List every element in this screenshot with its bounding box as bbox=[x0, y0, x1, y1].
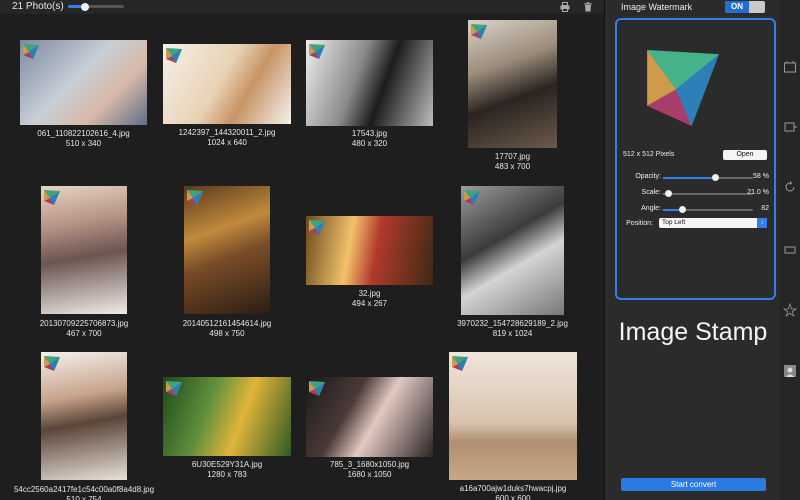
toggle-on-label: ON bbox=[725, 1, 749, 13]
photo-dimensions: 1280 x 783 bbox=[207, 470, 247, 479]
watermark-preview-icon bbox=[309, 44, 325, 59]
photo-filename: 54cc2560a2417fe1c54c00a0f8a4d8.jpg bbox=[13, 485, 155, 494]
photo-dimensions: 600 x 600 bbox=[495, 494, 531, 500]
photo-filename: 061_110822102616_4.jpg bbox=[37, 129, 130, 138]
slider-fill bbox=[663, 177, 716, 179]
watermark-preview-icon bbox=[44, 356, 60, 371]
photo-dimensions: 510 x 340 bbox=[65, 139, 102, 148]
photo-thumbnail[interactable] bbox=[461, 186, 564, 315]
photo-dimensions: 494 x 267 bbox=[351, 299, 388, 308]
film-icon[interactable] bbox=[783, 60, 797, 74]
photo-filename: a16a700ajw1duks7hwacpj.jpg bbox=[459, 484, 567, 493]
start-convert-button[interactable]: Start convert bbox=[621, 478, 766, 491]
photo-filename: 3970232_154728629189_2.jpg bbox=[457, 319, 568, 328]
top-toolbar: 21 Photo(s) bbox=[0, 0, 604, 14]
watermark-panel: Image Watermark ON 512 x 512 Pixels Open… bbox=[604, 0, 780, 500]
slider-knob[interactable] bbox=[664, 190, 672, 197]
watermark-preview-icon bbox=[44, 190, 60, 205]
photo-thumbnail[interactable] bbox=[468, 20, 557, 148]
watermark-preview-icon bbox=[309, 220, 325, 235]
photo-dimensions: 819 x 1024 bbox=[492, 329, 533, 338]
position-value: Top Left bbox=[662, 219, 686, 226]
photo-filename: 17707.jpg bbox=[494, 152, 531, 161]
photo-dimensions: 483 x 700 bbox=[494, 162, 531, 171]
watermark-preview-icon bbox=[187, 190, 203, 205]
photo-dimensions: 1024 x 640 bbox=[207, 138, 247, 147]
slider-knob[interactable] bbox=[711, 174, 719, 181]
photo-thumbnail[interactable] bbox=[163, 44, 291, 124]
photo-thumbnail[interactable] bbox=[306, 40, 433, 126]
watermark-preview-icon bbox=[309, 381, 325, 396]
crop-icon[interactable] bbox=[783, 243, 797, 257]
photo-dimensions: 1680 x 1050 bbox=[347, 470, 392, 479]
text-box-icon[interactable] bbox=[783, 120, 797, 134]
print-icon[interactable] bbox=[560, 2, 570, 12]
angle-slider[interactable] bbox=[663, 206, 753, 213]
open-button[interactable]: Open bbox=[723, 150, 767, 160]
photo-thumbnail[interactable] bbox=[306, 216, 433, 285]
watermark-dimensions: 512 x 512 Pixels bbox=[623, 151, 675, 158]
opacity-value: 58 % bbox=[753, 173, 769, 180]
photo-thumbnail[interactable] bbox=[41, 186, 127, 314]
watermark-preview-icon bbox=[166, 381, 182, 396]
panel-title: Image Watermark bbox=[621, 2, 693, 12]
watermark-preview-icon bbox=[166, 48, 182, 63]
slider-knob[interactable] bbox=[679, 206, 687, 213]
photo-filename: 1242397_144320011_2.jpg bbox=[178, 128, 276, 137]
opacity-label: Opacity: bbox=[635, 173, 661, 180]
watermark-preview-icon bbox=[471, 24, 487, 39]
photo-thumbnail[interactable] bbox=[41, 352, 127, 480]
tool-strip bbox=[780, 0, 800, 500]
photo-filename: 785_3_1680x1050.jpg bbox=[329, 460, 410, 469]
photo-dimensions: 467 x 700 bbox=[66, 329, 102, 338]
photo-thumbnail[interactable] bbox=[306, 377, 433, 457]
photo-dimensions: 498 x 750 bbox=[209, 329, 245, 338]
photo-filename: 6U30E529Y31A.jpg bbox=[191, 460, 263, 469]
portrait-icon[interactable] bbox=[783, 364, 797, 378]
photo-filename: 20140512161454614.jpg bbox=[182, 319, 272, 328]
position-label: Position: bbox=[626, 220, 653, 227]
watermark-preview-icon bbox=[464, 190, 480, 205]
watermark-logo-icon bbox=[647, 50, 719, 126]
star-icon[interactable] bbox=[783, 303, 797, 317]
position-select[interactable]: Top Left ↕ bbox=[659, 218, 767, 228]
slider-knob[interactable] bbox=[80, 2, 89, 11]
angle-value: 82 bbox=[761, 205, 769, 212]
stamp-title: Image Stamp bbox=[618, 318, 768, 346]
photo-filename: 17543.jpg bbox=[351, 129, 388, 138]
scale-slider[interactable] bbox=[663, 190, 753, 197]
photo-thumbnail[interactable] bbox=[20, 40, 147, 125]
photo-dimensions: 480 x 320 bbox=[351, 139, 388, 148]
photo-thumbnail[interactable] bbox=[449, 352, 577, 480]
photo-dimensions: 510 x 754 bbox=[66, 495, 102, 500]
watermark-settings-box: 512 x 512 Pixels Open Opacity: 58 % Scal… bbox=[615, 18, 776, 300]
angle-label: Angle: bbox=[641, 205, 661, 212]
photo-count: 21 Photo(s) bbox=[12, 1, 64, 12]
watermark-preview-icon bbox=[23, 44, 39, 59]
scale-value: 21.0 % bbox=[747, 189, 769, 196]
watermark-toggle[interactable]: ON bbox=[725, 1, 765, 13]
photo-filename: 20130709225706873.jpg bbox=[39, 319, 129, 328]
photo-thumbnail[interactable] bbox=[184, 186, 270, 314]
watermark-preview-icon bbox=[452, 356, 468, 371]
rotate-icon[interactable] bbox=[783, 180, 797, 194]
chevron-updown-icon: ↕ bbox=[757, 218, 767, 228]
photo-thumbnail[interactable] bbox=[163, 377, 291, 456]
scale-label: Scale: bbox=[641, 189, 661, 196]
thumbnail-size-slider[interactable] bbox=[68, 2, 124, 11]
opacity-slider[interactable] bbox=[663, 174, 753, 181]
photo-grid: 061_110822102616_4.jpg 510 x 340 1242397_1… bbox=[0, 14, 604, 500]
trash-icon[interactable] bbox=[583, 2, 593, 12]
photo-filename: 32.jpg bbox=[358, 289, 381, 298]
